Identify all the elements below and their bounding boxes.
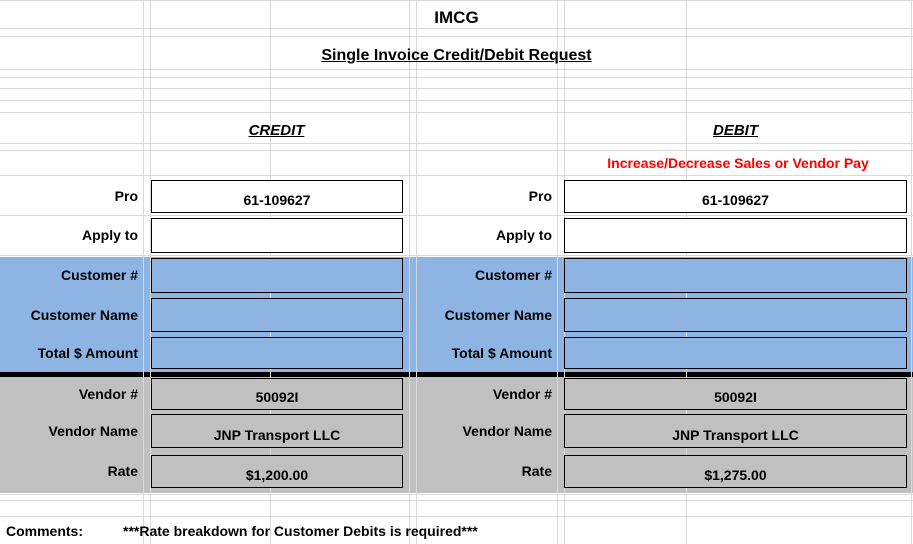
debit-heading: DEBIT <box>713 122 758 139</box>
debit-rate-value: $1,275.00 <box>704 467 767 483</box>
credit-vendor-num-label: Vendor # <box>78 386 138 402</box>
gridline <box>557 0 558 544</box>
credit-pro-label: Pro <box>114 188 138 204</box>
credit-total-amount-field[interactable] <box>151 337 403 369</box>
gridline <box>0 0 913 1</box>
credit-customer-name-label: Customer Name <box>30 307 138 323</box>
gridline <box>0 215 913 216</box>
spreadsheet-sheet: IMCG Single Invoice Credit/Debit Request… <box>0 0 913 544</box>
form-title: IMCG <box>434 8 479 27</box>
gridline <box>0 69 913 70</box>
credit-customer-num-field[interactable] <box>151 258 403 293</box>
debit-apply-to-label: Apply to <box>496 227 552 243</box>
gridline <box>0 100 913 101</box>
credit-pro-field[interactable]: 61-109627 <box>151 180 403 213</box>
credit-pro-value: 61-109627 <box>243 192 311 208</box>
debit-vendor-num-field[interactable]: 50092I <box>564 378 907 410</box>
debit-customer-num-field[interactable] <box>564 258 907 293</box>
gridline <box>0 255 913 256</box>
credit-apply-to-label: Apply to <box>82 227 138 243</box>
debit-rate-label: Rate <box>521 463 552 479</box>
gridline <box>911 0 912 544</box>
section-divider <box>0 372 913 377</box>
gridline <box>0 500 913 501</box>
debit-customer-name-field[interactable] <box>564 298 907 332</box>
gridline <box>0 28 913 29</box>
credit-rate-field[interactable]: $1,200.00 <box>151 455 403 488</box>
credit-customer-name-field[interactable] <box>151 298 403 332</box>
credit-apply-to-field[interactable] <box>151 218 403 253</box>
gridline <box>0 175 913 176</box>
debit-note: Increase/Decrease Sales or Vendor Pay <box>607 155 869 171</box>
credit-rate-value: $1,200.00 <box>245 467 309 483</box>
credit-heading: CREDIT <box>248 122 305 139</box>
credit-rate-label: Rate <box>107 463 138 479</box>
debit-total-amount-label: Total $ Amount <box>451 345 552 361</box>
debit-vendor-name-value: JNP Transport LLC <box>672 427 799 443</box>
credit-vendor-name-field[interactable]: JNP Transport LLC <box>151 414 403 448</box>
debit-apply-to-field[interactable] <box>564 218 907 253</box>
gridline <box>143 0 144 544</box>
comments-row: Comments: ***Rate breakdown for Customer… <box>6 523 478 539</box>
debit-customer-num-label: Customer # <box>474 267 552 283</box>
comments-text[interactable]: ***Rate breakdown for Customer Debits is… <box>123 523 478 539</box>
comments-label: Comments: <box>6 523 84 539</box>
debit-vendor-num-label: Vendor # <box>492 386 552 402</box>
debit-vendor-num-value: 50092I <box>714 389 757 405</box>
credit-customer-num-label: Customer # <box>60 267 138 283</box>
gridline <box>0 516 913 517</box>
gridline <box>409 0 410 544</box>
credit-vendor-num-value: 50092I <box>255 389 299 405</box>
credit-vendor-name-value: JNP Transport LLC <box>213 427 341 443</box>
credit-vendor-name-label: Vendor Name <box>48 423 138 439</box>
credit-vendor-num-field[interactable]: 50092I <box>151 378 403 410</box>
debit-pro-field[interactable]: 61-109627 <box>564 180 907 213</box>
gridline <box>0 77 913 78</box>
credit-total-amount-label: Total $ Amount <box>37 345 138 361</box>
debit-rate-field[interactable]: $1,275.00 <box>564 455 907 488</box>
gridline <box>0 112 913 113</box>
gridline <box>0 150 913 151</box>
gridline <box>0 143 913 144</box>
gridline <box>0 88 913 89</box>
form-subtitle: Single Invoice Credit/Debit Request <box>321 47 592 64</box>
debit-vendor-name-field[interactable]: JNP Transport LLC <box>564 414 907 448</box>
debit-total-amount-field[interactable] <box>564 337 907 369</box>
gridline <box>0 494 913 495</box>
debit-pro-label: Pro <box>528 188 552 204</box>
debit-vendor-name-label: Vendor Name <box>462 423 552 439</box>
debit-pro-value: 61-109627 <box>702 192 769 208</box>
gridline <box>0 36 913 37</box>
debit-customer-name-label: Customer Name <box>444 307 552 323</box>
